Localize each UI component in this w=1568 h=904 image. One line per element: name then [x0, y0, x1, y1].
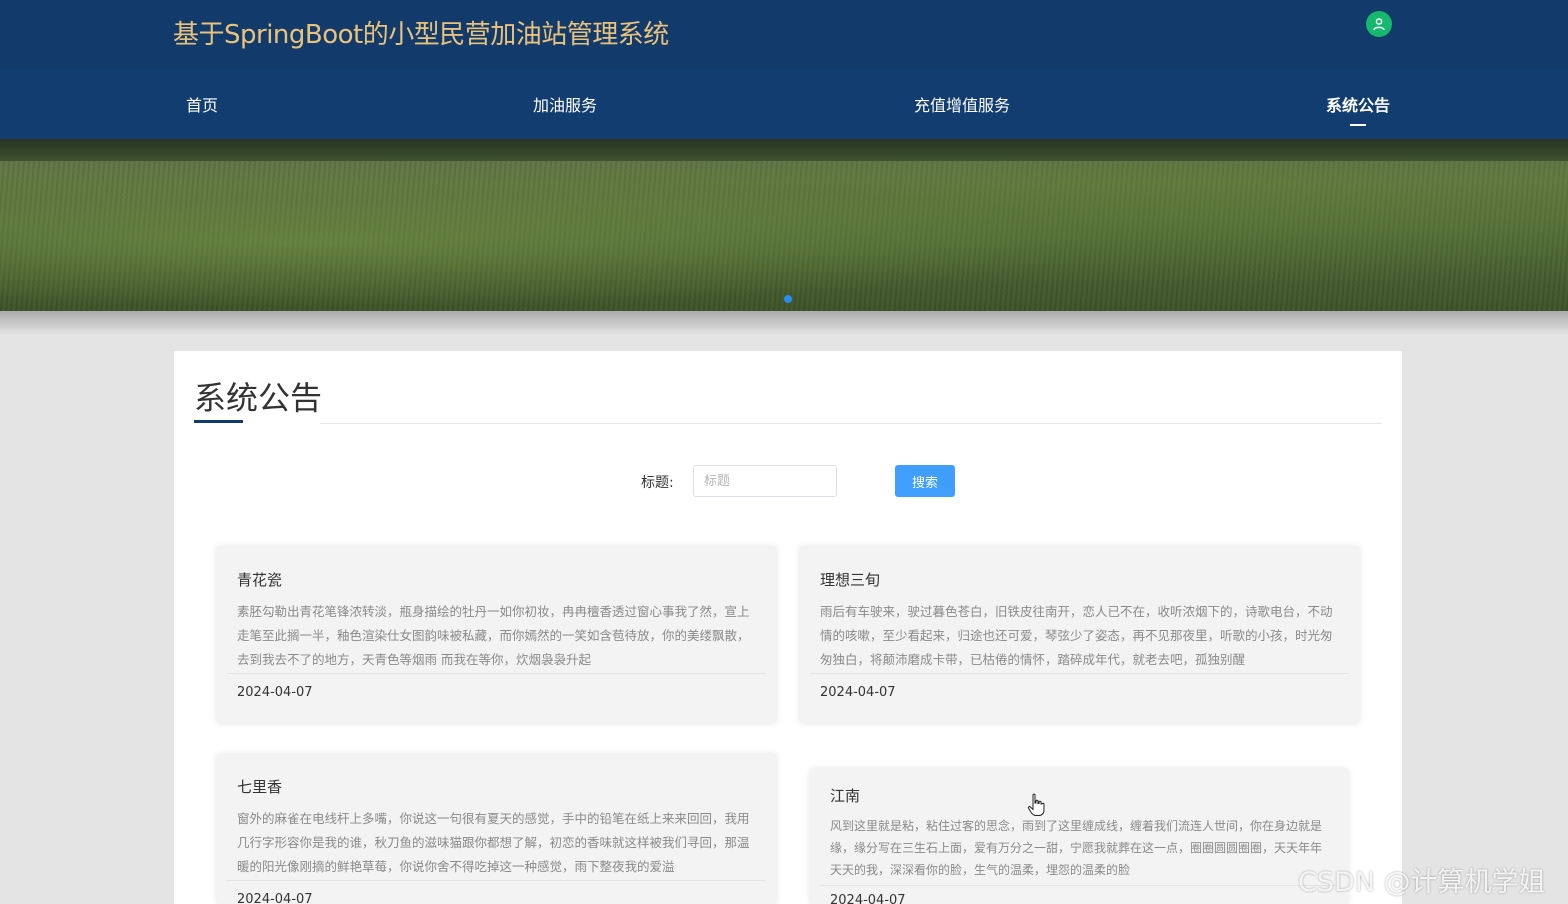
hand-pointer-icon	[1027, 793, 1045, 816]
card-excerpt: 窗外的麻雀在电线杆上多嘴，你说这一句很有夏天的感觉，手中的铅笔在纸上来来回回，我…	[237, 811, 750, 874]
card-divider	[227, 880, 766, 881]
card-title: 七里香	[237, 778, 283, 796]
watermark: CSDN @计算机学姐	[1298, 867, 1546, 898]
nav-item-announcements[interactable]: 系统公告	[1326, 92, 1390, 116]
card-date: 2024-04-07	[820, 685, 896, 700]
announcement-card[interactable]: 理想三旬 雨后有车驶来，驶过暮色苍白，旧铁皮往南开，恋人已不在，收听浓烟下的，诗…	[800, 547, 1359, 723]
banner-shadow	[0, 311, 1568, 335]
announcement-card[interactable]: 江南 风到这里就是粘，粘住过客的思念，雨到了这里缠成线，缠着我们流连人世间，你在…	[810, 769, 1348, 904]
title-underline	[194, 420, 243, 423]
card-excerpt: 雨后有车驶来，驶过暮色苍白，旧铁皮往南开，恋人已不在，收听浓烟下的，诗歌电台，不…	[820, 604, 1333, 667]
nav-item-home[interactable]: 首页	[186, 92, 218, 116]
card-title: 理想三旬	[820, 571, 881, 589]
announcement-card[interactable]: 青花瓷 素胚勾勒出青花笔锋浓转淡，瓶身描绘的牡丹一如你初妆，冉冉檀香透过窗心事我…	[217, 547, 776, 723]
announcement-card[interactable]: 七里香 窗外的麻雀在电线杆上多嘴，你说这一句很有夏天的感觉，手中的铅笔在纸上来来…	[217, 754, 776, 904]
card-title: 青花瓷	[237, 571, 283, 589]
banner-treeline	[0, 139, 1568, 161]
card-divider	[820, 885, 1338, 886]
search-label: 标题:	[641, 475, 674, 491]
card-divider	[810, 673, 1349, 674]
site-title: 基于SpringBoot的小型民营加油站管理系统	[173, 20, 669, 50]
page-title: 系统公告	[194, 379, 323, 417]
search-button[interactable]: 搜索	[895, 465, 955, 497]
carousel-indicator[interactable]	[784, 295, 792, 303]
card-divider	[227, 673, 766, 674]
card-excerpt: 素胚勾勒出青花笔锋浓转淡，瓶身描绘的牡丹一如你初妆，冉冉檀香透过窗心事我了然，宣…	[237, 604, 750, 667]
card-excerpt: 风到这里就是粘，粘住过客的思念，雨到了这里缠成线，缠着我们流连人世间，你在身边就…	[830, 819, 1323, 877]
banner-carousel[interactable]	[0, 139, 1568, 311]
nav-item-recharge-service[interactable]: 充值增值服务	[914, 92, 1010, 116]
card-date: 2024-04-07	[237, 892, 313, 904]
card-title: 江南	[830, 787, 861, 805]
card-date: 2024-04-07	[830, 893, 906, 904]
nav-active-indicator	[1350, 124, 1366, 126]
card-date: 2024-04-07	[237, 685, 313, 700]
title-divider	[320, 423, 1382, 424]
title-search-input[interactable]	[693, 465, 837, 497]
main-nav: 首页 加油服务 充值增值服务 系统公告	[0, 70, 1568, 139]
nav-item-refuel-service[interactable]: 加油服务	[533, 92, 597, 116]
header-bar: 基于SpringBoot的小型民营加油站管理系统	[0, 0, 1568, 70]
user-glyph-icon	[1373, 18, 1385, 31]
user-icon[interactable]	[1366, 11, 1392, 37]
